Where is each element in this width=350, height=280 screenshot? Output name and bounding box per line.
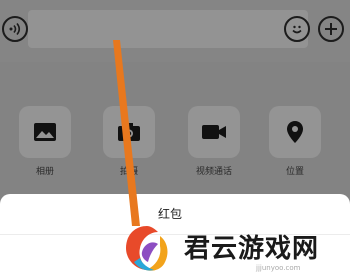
video-icon <box>188 106 240 158</box>
action-label: 拍摄 <box>119 167 138 177</box>
location-pin-icon <box>269 106 321 158</box>
action-label: 位置 <box>285 167 304 177</box>
watermark-logo <box>126 226 168 271</box>
watermark-brand: 君云游戏网 <box>184 234 320 264</box>
action-video-call[interactable]: 视频通话 <box>184 106 244 177</box>
action-album[interactable]: 相册 <box>15 106 75 177</box>
plus-icon[interactable] <box>318 16 344 42</box>
image-icon <box>19 106 71 158</box>
voice-icon[interactable] <box>2 16 28 42</box>
chat-input-bar <box>0 0 350 62</box>
red-packet-option[interactable]: 红包 <box>158 205 182 222</box>
more-actions-panel: 相册 拍摄 视频通话 位置 <box>0 62 350 212</box>
camera-icon <box>103 106 155 158</box>
action-camera[interactable]: 拍摄 <box>99 106 159 177</box>
watermark-domain: jjjunyoo.com <box>256 264 301 272</box>
action-label: 相册 <box>35 167 54 177</box>
action-label: 视频通话 <box>195 167 232 177</box>
action-location[interactable]: 位置 <box>265 106 325 177</box>
emoji-icon[interactable] <box>284 16 310 42</box>
message-input[interactable] <box>28 10 308 48</box>
